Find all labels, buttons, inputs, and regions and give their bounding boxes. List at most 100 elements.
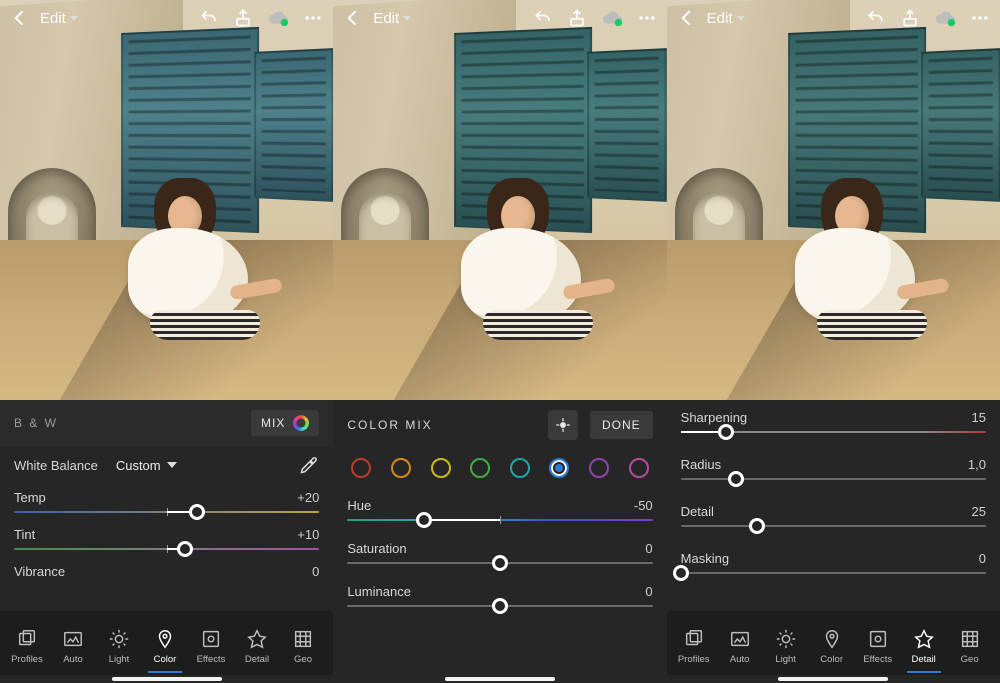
- chevron-down-icon: [737, 16, 745, 21]
- mode-dropdown[interactable]: Edit: [373, 10, 411, 27]
- luminance-label: Luminance: [347, 584, 411, 599]
- more-icon[interactable]: [970, 8, 990, 28]
- panel-color-mix: COLOR MIX DONE Hue -50 Saturation 0: [333, 400, 666, 683]
- back-icon[interactable]: [10, 8, 30, 28]
- tool-detail[interactable]: Detail: [901, 628, 947, 673]
- top-bar: Edit: [667, 0, 1000, 36]
- vibrance-label: Vibrance: [14, 564, 65, 579]
- done-button[interactable]: DONE: [590, 411, 653, 439]
- saturation-slider[interactable]: [347, 562, 652, 564]
- masking-label: Masking: [681, 551, 729, 566]
- mode-label: Edit: [40, 10, 66, 27]
- swatch-yellow[interactable]: [431, 458, 451, 478]
- radius-slider[interactable]: [681, 478, 986, 480]
- detail-slider[interactable]: [681, 525, 986, 527]
- cloud-sync-icon[interactable]: [267, 7, 289, 29]
- chevron-down-icon: [70, 16, 78, 21]
- swatch-purple[interactable]: [589, 458, 609, 478]
- swatch-orange[interactable]: [391, 458, 411, 478]
- photo-preview[interactable]: [0, 0, 333, 400]
- masking-value: 0: [979, 551, 986, 566]
- tool-color[interactable]: Color: [809, 628, 855, 673]
- swatch-magenta[interactable]: [629, 458, 649, 478]
- panel-detail: Sharpening 15 Radius 1,0 Detail 25 Masking 0…: [667, 400, 1000, 683]
- swatch-red[interactable]: [351, 458, 371, 478]
- white-balance-select[interactable]: Custom: [116, 458, 177, 473]
- panel-color: B & W MIX White Balance Custom Temp+20 T…: [0, 400, 333, 683]
- hue-slider[interactable]: [347, 519, 652, 521]
- more-icon[interactable]: [637, 8, 657, 28]
- radius-label: Radius: [681, 457, 721, 472]
- tint-label: Tint: [14, 527, 35, 542]
- mode-dropdown[interactable]: Edit: [707, 10, 745, 27]
- bw-toggle[interactable]: B & W: [14, 416, 58, 430]
- pane-color-mix: Edit COLOR MIX DONE: [333, 0, 666, 683]
- saturation-label: Saturation: [347, 541, 406, 556]
- vibrance-value: 0: [312, 564, 319, 579]
- luminance-value: 0: [645, 584, 652, 599]
- more-icon[interactable]: [303, 8, 323, 28]
- cloud-sync-icon[interactable]: [934, 7, 956, 29]
- tool-profiles[interactable]: Profiles: [4, 628, 50, 673]
- tool-color[interactable]: Color: [142, 628, 188, 673]
- tool-auto[interactable]: Auto: [717, 628, 763, 673]
- undo-icon[interactable]: [533, 8, 553, 28]
- eyedropper-icon[interactable]: [299, 455, 319, 475]
- sharpening-label: Sharpening: [681, 410, 748, 425]
- hue-label: Hue: [347, 498, 371, 513]
- temp-label: Temp: [14, 490, 46, 505]
- tool-profiles[interactable]: Profiles: [671, 628, 717, 673]
- sharpening-value: 15: [972, 410, 986, 425]
- detail-label: Detail: [681, 504, 714, 519]
- tool-geometry[interactable]: Geo: [947, 628, 993, 673]
- home-indicator[interactable]: [112, 677, 222, 681]
- swatch-aqua[interactable]: [510, 458, 530, 478]
- masking-slider[interactable]: [681, 572, 986, 574]
- tint-slider[interactable]: [14, 548, 319, 550]
- share-icon[interactable]: [567, 8, 587, 28]
- top-bar: Edit: [0, 0, 333, 36]
- luminance-slider[interactable]: [347, 605, 652, 607]
- white-balance-label: White Balance: [14, 458, 98, 473]
- undo-icon[interactable]: [866, 8, 886, 28]
- photo-preview[interactable]: [667, 0, 1000, 400]
- tool-auto[interactable]: Auto: [50, 628, 96, 673]
- mix-button[interactable]: MIX: [251, 410, 319, 436]
- undo-icon[interactable]: [199, 8, 219, 28]
- chevron-down-icon: [403, 16, 411, 21]
- tint-value: +10: [297, 527, 319, 542]
- radius-value: 1,0: [968, 457, 986, 472]
- tool-detail[interactable]: Detail: [234, 628, 280, 673]
- back-icon[interactable]: [677, 8, 697, 28]
- home-indicator[interactable]: [445, 677, 555, 681]
- sharpening-slider[interactable]: [681, 431, 986, 433]
- saturation-value: 0: [645, 541, 652, 556]
- photo-preview[interactable]: [333, 0, 666, 400]
- home-indicator[interactable]: [778, 677, 888, 681]
- mode-dropdown[interactable]: Edit: [40, 10, 78, 27]
- target-adjust-button[interactable]: [548, 410, 578, 440]
- swatch-blue[interactable]: [549, 458, 569, 478]
- tool-geometry[interactable]: Geo: [280, 628, 326, 673]
- color-wheel-icon: [293, 415, 309, 431]
- top-bar: Edit: [333, 0, 666, 36]
- bottom-toolbar: Profiles Auto Light Color Effects Detail…: [0, 611, 333, 675]
- mix-label: MIX: [261, 416, 285, 430]
- back-icon[interactable]: [343, 8, 363, 28]
- swatch-green[interactable]: [470, 458, 490, 478]
- color-mix-title: COLOR MIX: [347, 418, 432, 432]
- tool-light[interactable]: Light: [763, 628, 809, 673]
- pane-color: Edit B & W MIX White Balance: [0, 0, 333, 683]
- share-icon[interactable]: [900, 8, 920, 28]
- hue-value: -50: [634, 498, 653, 513]
- tool-light[interactable]: Light: [96, 628, 142, 673]
- cloud-sync-icon[interactable]: [601, 7, 623, 29]
- tool-effects[interactable]: Effects: [855, 628, 901, 673]
- share-icon[interactable]: [233, 8, 253, 28]
- tool-effects[interactable]: Effects: [188, 628, 234, 673]
- pane-detail: Edit Sharpening 15 Radius 1,0 Detail 25 Mas…: [667, 0, 1000, 683]
- detail-value: 25: [972, 504, 986, 519]
- bottom-toolbar: Profiles Auto Light Color Effects Detail…: [667, 611, 1000, 675]
- temp-slider[interactable]: [14, 511, 319, 513]
- color-swatches: [333, 450, 666, 492]
